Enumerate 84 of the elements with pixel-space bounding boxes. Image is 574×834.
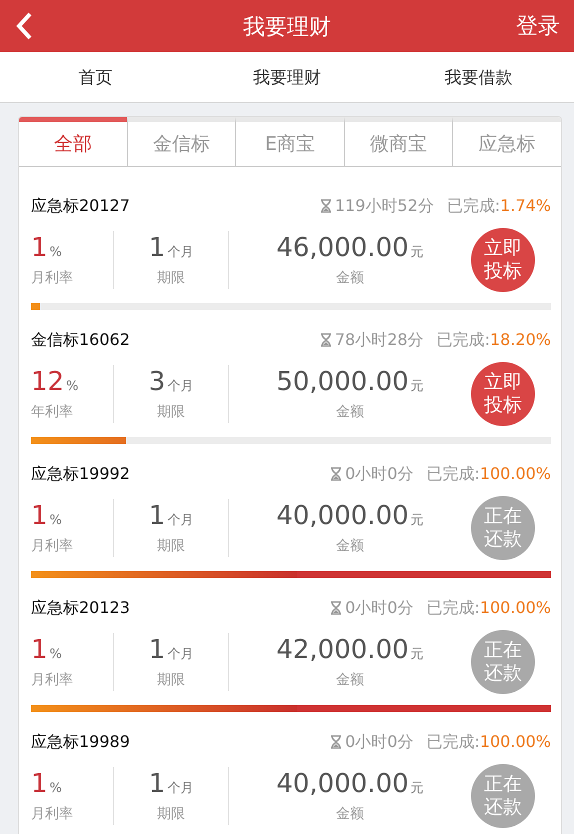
loan-amount: 50,000.00	[276, 367, 409, 397]
field-label: 金额	[336, 403, 364, 421]
unit-label: 元	[410, 646, 424, 663]
completed-percent: 18.20%	[490, 330, 551, 350]
loan-term: 3	[148, 367, 166, 397]
unit-label: %	[50, 513, 62, 528]
field-label: 月利率	[31, 805, 74, 823]
nav-link[interactable]: 首页	[0, 52, 192, 102]
loan-name: 应急标20127	[31, 196, 130, 216]
category-tab[interactable]: E商宝	[235, 117, 344, 166]
unit-label: 元	[410, 512, 424, 529]
loan-name: 应急标20123	[31, 598, 130, 618]
interest-rate: 1	[31, 635, 48, 665]
field-label: 期限	[157, 403, 185, 421]
hourglass-icon	[330, 735, 342, 749]
interest-rate: 12	[31, 367, 64, 397]
completed-percent: 100.00%	[480, 598, 551, 618]
unit-label: 个月	[167, 378, 194, 395]
category-tab[interactable]: 金信标	[126, 117, 236, 166]
time-remaining: 0小时0分	[345, 598, 414, 618]
login-button[interactable]: 登录	[516, 11, 560, 41]
page-title: 我要理财	[243, 14, 331, 42]
completed-label: 已完成:	[426, 732, 480, 752]
field-label: 月利率	[31, 269, 74, 287]
unit-label: 个月	[167, 512, 194, 529]
completed-percent: 100.00%	[480, 732, 551, 752]
unit-label: 个月	[167, 646, 194, 663]
unit-label: 元	[410, 244, 424, 261]
field-label: 期限	[157, 537, 185, 555]
field-label: 期限	[157, 269, 185, 287]
completed-label: 已完成:	[436, 330, 490, 350]
field-label: 金额	[336, 537, 364, 555]
nav-link[interactable]: 我要借款	[382, 52, 574, 102]
time-remaining: 119小时52分	[334, 196, 434, 216]
unit-label: %	[50, 781, 62, 796]
unit-label: 元	[410, 780, 424, 797]
completed-label: 已完成:	[426, 598, 480, 618]
unit-label: %	[50, 647, 62, 662]
interest-rate: 1	[31, 769, 48, 799]
field-label: 年利率	[31, 403, 74, 421]
field-label: 金额	[336, 269, 364, 287]
field-label: 期限	[157, 805, 185, 823]
loan-name: 应急标19989	[31, 732, 130, 752]
unit-label: 个月	[167, 780, 194, 797]
hourglass-icon	[330, 601, 342, 615]
action-button[interactable]: 立即投标	[471, 228, 535, 292]
action-button[interactable]: 正在还款	[471, 496, 535, 560]
action-button[interactable]: 正在还款	[471, 764, 535, 828]
field-label: 月利率	[31, 537, 74, 555]
unit-label: %	[66, 379, 78, 394]
loan-term: 1	[148, 635, 166, 665]
interest-rate: 1	[31, 501, 48, 531]
unit-label: 个月	[167, 244, 194, 261]
time-remaining: 0小时0分	[345, 732, 414, 752]
loan-amount: 42,000.00	[276, 635, 409, 665]
loan-term: 1	[148, 769, 166, 799]
hourglass-icon	[330, 467, 342, 481]
hourglass-icon	[320, 199, 332, 213]
loan-term: 1	[148, 501, 166, 531]
field-label: 期限	[157, 671, 185, 689]
completed-percent: 100.00%	[480, 464, 551, 484]
category-tab[interactable]: 微商宝	[344, 117, 452, 166]
unit-label: 元	[410, 378, 424, 395]
field-label: 金额	[336, 671, 364, 689]
action-button[interactable]: 立即投标	[471, 362, 535, 426]
nav-link[interactable]: 我要理财	[191, 52, 383, 102]
unit-label: %	[50, 245, 62, 260]
loan-term: 1	[148, 233, 166, 263]
loan-amount: 40,000.00	[276, 769, 409, 799]
time-remaining: 0小时0分	[345, 464, 414, 484]
loan-name: 应急标19992	[31, 464, 130, 484]
completed-percent: 1.74%	[500, 196, 551, 216]
hourglass-icon	[320, 333, 332, 347]
completed-label: 已完成:	[426, 464, 480, 484]
interest-rate: 1	[31, 233, 48, 263]
action-button[interactable]: 正在还款	[471, 630, 535, 694]
category-tab[interactable]: 应急标	[452, 117, 561, 166]
completed-label: 已完成:	[446, 196, 500, 216]
field-label: 金额	[336, 805, 364, 823]
loan-name: 金信标16062	[31, 330, 130, 350]
loan-amount: 40,000.00	[276, 501, 409, 531]
time-remaining: 78小时28分	[334, 330, 424, 350]
loan-amount: 46,000.00	[276, 233, 409, 263]
field-label: 月利率	[31, 671, 74, 689]
